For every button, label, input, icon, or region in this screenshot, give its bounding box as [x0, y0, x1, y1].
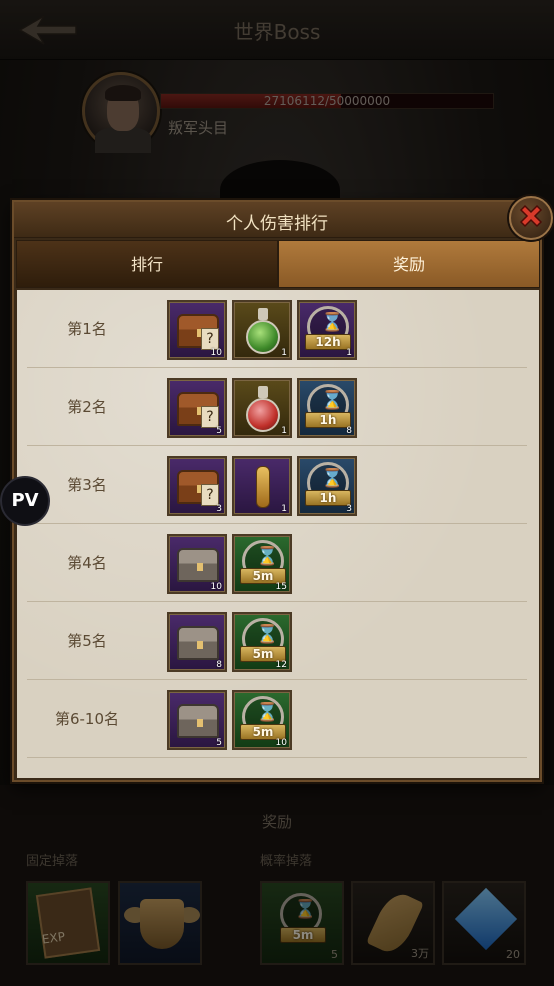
rank-label: 第1名: [67, 320, 107, 338]
modal-header: 个人伤害排行: [14, 202, 540, 238]
reward-row: 第2名? 5 1 ⌛ 1h 8: [27, 368, 527, 446]
damage-ranking-modal: 个人伤害排行 排行 奖励 第1名? 10 1 ⌛ 12h 1 第2名? 5 1 ⌛ 1h 8 第3名? 3…: [12, 200, 542, 782]
reward-item[interactable]: ? 10: [167, 300, 227, 360]
reward-item[interactable]: ? 5: [167, 378, 227, 438]
reward-item[interactable]: 1: [232, 378, 292, 438]
reward-item[interactable]: ⌛ 1h 3: [297, 456, 357, 516]
vial-icon: [256, 466, 270, 508]
speedup-hourglass-icon: ⌛: [321, 390, 344, 411]
item-count: 1: [281, 426, 287, 436]
reward-item[interactable]: ⌛ 5m 12: [232, 612, 292, 672]
speedup-time-label: 1h: [305, 412, 351, 428]
speedup-hourglass-icon: ⌛: [256, 546, 279, 567]
modal-title: 个人伤害排行: [226, 214, 328, 234]
reward-item[interactable]: ⌛ 1h 8: [297, 378, 357, 438]
question-mark-icon: ?: [201, 406, 219, 428]
tab-rewards[interactable]: 奖励: [278, 240, 540, 288]
pv-button[interactable]: PV: [0, 476, 50, 526]
silver-chest-icon: [177, 548, 219, 582]
speedup-time-label: 12h: [305, 334, 351, 350]
reward-item[interactable]: 8: [167, 612, 227, 672]
silver-chest-icon: [177, 704, 219, 738]
reward-item[interactable]: 10: [167, 534, 227, 594]
item-count: 8: [346, 426, 352, 436]
speedup-time-label: 1h: [305, 490, 351, 506]
reward-row: 第6-10名 5 ⌛ 5m 10: [27, 680, 527, 758]
reward-row: 第1名? 10 1 ⌛ 12h 1: [27, 290, 527, 368]
rank-label: 第5名: [67, 632, 107, 650]
item-count: 12: [275, 660, 287, 670]
speedup-hourglass-icon: ⌛: [321, 312, 344, 333]
reward-item[interactable]: 1: [232, 456, 292, 516]
reward-row: 第3名? 3 1 ⌛ 1h 3: [27, 446, 527, 524]
item-count: 8: [216, 660, 222, 670]
item-count: 5: [216, 738, 222, 748]
item-count: 3: [216, 504, 222, 514]
reward-item[interactable]: 1: [232, 300, 292, 360]
tab-ranking[interactable]: 排行: [16, 240, 278, 288]
item-count: 15: [275, 582, 287, 592]
reward-item[interactable]: 5: [167, 690, 227, 750]
item-count: 1: [346, 348, 352, 358]
red-potion-icon: [246, 398, 280, 432]
close-icon: [519, 204, 543, 228]
speedup-hourglass-icon: ⌛: [256, 702, 279, 723]
reward-item[interactable]: ⌛ 12h 1: [297, 300, 357, 360]
modal-tabs: 排行 奖励: [16, 240, 540, 288]
item-count: 10: [275, 738, 287, 748]
question-mark-icon: ?: [201, 484, 219, 506]
item-count: 3: [346, 504, 352, 514]
reward-item[interactable]: ⌛ 5m 15: [232, 534, 292, 594]
item-count: 1: [281, 504, 287, 514]
rank-label: 第4名: [67, 554, 107, 572]
reward-item[interactable]: ⌛ 5m 10: [232, 690, 292, 750]
reward-list[interactable]: 第1名? 10 1 ⌛ 12h 1 第2名? 5 1 ⌛ 1h 8 第3名? 3 1 ⌛ 1h 3 第4名 10 ⌛ 5m…: [17, 290, 539, 778]
speedup-hourglass-icon: ⌛: [321, 468, 344, 489]
reward-row: 第4名 10 ⌛ 5m 15: [27, 524, 527, 602]
reward-item[interactable]: ? 3: [167, 456, 227, 516]
question-mark-icon: ?: [201, 328, 219, 350]
reward-row: 第5名 8 ⌛ 5m 12: [27, 602, 527, 680]
item-count: 10: [210, 348, 222, 358]
rank-label: 第2名: [67, 398, 107, 416]
silver-chest-icon: [177, 626, 219, 660]
item-count: 1: [281, 348, 287, 358]
close-button[interactable]: [509, 196, 553, 240]
speedup-hourglass-icon: ⌛: [256, 624, 279, 645]
item-count: 10: [210, 582, 222, 592]
item-count: 5: [216, 426, 222, 436]
rank-label: 第6-10名: [54, 710, 120, 728]
green-potion-icon: [246, 320, 280, 354]
